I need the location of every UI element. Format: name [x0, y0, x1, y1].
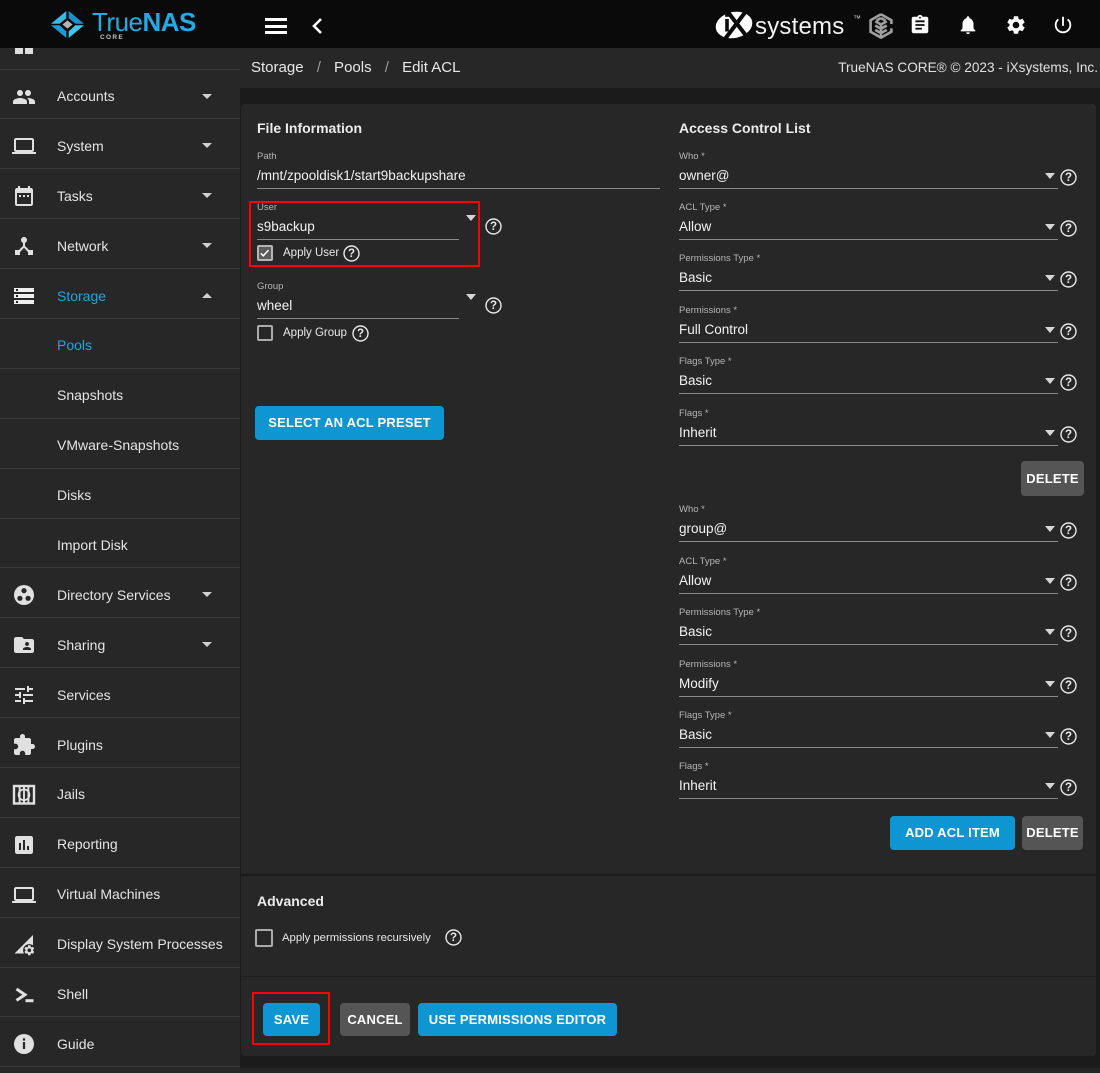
svg-text:?: ?: [1065, 731, 1072, 743]
svg-text:?: ?: [490, 221, 497, 233]
svg-text:?: ?: [1065, 223, 1072, 235]
svg-text:?: ?: [1065, 172, 1072, 184]
svg-text:?: ?: [450, 932, 457, 944]
svg-text:?: ?: [1065, 577, 1072, 589]
svg-text:?: ?: [1065, 326, 1072, 338]
svg-text:?: ?: [1065, 274, 1072, 286]
svg-text:?: ?: [357, 328, 364, 340]
svg-text:?: ?: [1065, 429, 1072, 441]
svg-text:?: ?: [1065, 628, 1072, 640]
svg-text:?: ?: [1065, 377, 1072, 389]
svg-text:?: ?: [490, 300, 497, 312]
svg-text:?: ?: [1065, 680, 1072, 692]
svg-text:?: ?: [1065, 525, 1072, 537]
svg-text:?: ?: [1065, 782, 1072, 794]
